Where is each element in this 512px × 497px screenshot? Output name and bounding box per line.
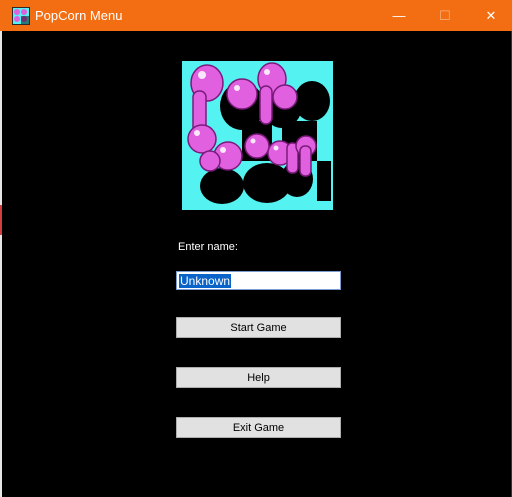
maximize-icon: ☐ [439,7,451,23]
popcorn-logo [182,61,333,210]
enter-name-label: Enter name: [178,241,238,253]
close-icon: ✕ [485,7,497,23]
help-button[interactable]: Help [176,367,341,388]
title-bar[interactable]: PopCorn Menu — ☐ ✕ [0,0,512,31]
name-input-value: Unknown [179,274,232,288]
start-game-button[interactable]: Start Game [176,317,341,338]
popcorn-menu-window: PopCorn Menu — ☐ ✕ Enter name: Unknown S… [0,0,512,497]
minimize-icon: — [392,8,406,23]
popcorn-app-icon [12,7,30,25]
close-button[interactable]: ✕ [468,0,512,31]
name-input[interactable]: Unknown [176,271,341,290]
minimize-button[interactable]: — [376,0,422,31]
window-left-edge [0,31,2,497]
window-left-edge-accent [0,205,2,235]
window-title: PopCorn Menu [35,8,123,23]
exit-game-button[interactable]: Exit Game [176,417,341,438]
maximize-button[interactable]: ☐ [422,0,468,31]
